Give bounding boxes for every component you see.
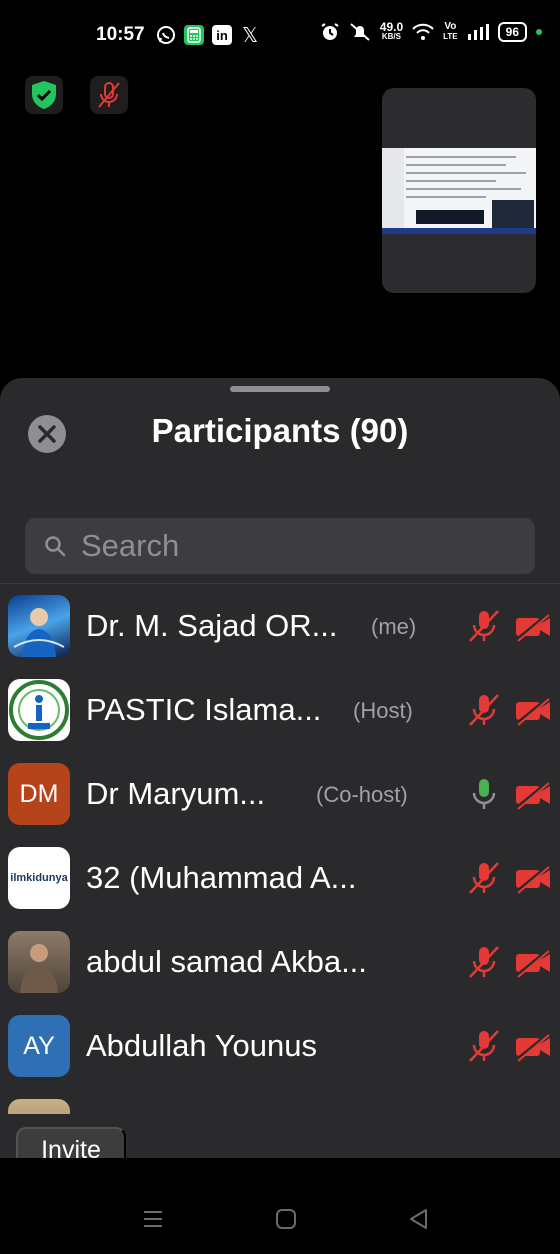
mic-off-icon [98,82,120,108]
x-icon: 𝕏 [241,24,259,47]
video-off-icon [515,1032,550,1062]
mic-muted-icon [469,694,499,726]
participant-row[interactable] [0,1088,560,1114]
menu-nav-icon[interactable] [142,1208,164,1230]
participant-name: Dr Maryum... [86,776,266,811]
participant-name: abdul samad Akba... [86,944,367,979]
wifi-icon [412,23,434,40]
whatsapp-icon [156,25,176,45]
video-off-icon [515,612,550,642]
mic-muted-icon [469,946,499,978]
volte-indicator: Vo LTE [443,21,458,42]
sheet-drag-handle[interactable] [230,386,330,392]
network-speed: 49.0 KB/S [379,20,404,41]
avatar [8,1099,70,1114]
mute-toggle-button[interactable] [90,76,128,114]
video-off-icon [515,864,550,894]
video-off-icon [515,696,550,726]
participant-role: (me) [371,614,417,639]
avatar: ilmkidunya [8,847,70,909]
signal-icon [467,24,489,40]
participant-list: Dr. M. Sajad OR... (me) PASTIC Islama...… [0,584,560,1114]
shared-screen-thumbnail[interactable] [382,88,536,293]
system-indicators: 49.0 KB/S Vo LTE 96 [320,20,542,42]
video-off-icon [515,780,550,810]
participant-name: PASTIC Islama... [86,692,322,727]
avatar [8,595,70,657]
search-icon [45,536,66,557]
search-input[interactable]: Search [25,518,535,574]
mic-muted-icon [469,1030,499,1062]
participant-row[interactable]: abdul samad Akba... [0,920,560,1004]
participant-row[interactable]: PASTIC Islama... (Host) [0,668,560,752]
mic-muted-icon [469,862,499,894]
avatar: DM [8,763,70,825]
participant-name: Dr. M. Sajad OR... [86,608,338,643]
battery-indicator: 96 [497,22,527,42]
back-nav-icon[interactable] [408,1208,430,1230]
search-placeholder: Search [81,528,180,563]
avatar-logo-text: ilmkidunya [10,872,68,884]
participant-row[interactable]: DM Dr Maryum... (Co-host) [0,752,560,836]
avatar-initials: DM [19,779,59,808]
avatar [8,679,70,741]
participant-row[interactable]: AY Abdullah Younus [0,1004,560,1088]
home-nav-icon[interactable] [275,1208,297,1230]
sheet-title: Participants (90) [151,412,409,449]
participants-sheet: Participants (90) Search Dr. M. Sajad OR… [0,378,560,1158]
notification-icons: in 𝕏 [156,24,260,47]
security-button[interactable] [25,76,63,114]
participant-row[interactable]: ilmkidunya 32 (Muhammad A... [0,836,560,920]
alarm-icon [321,23,339,40]
participant-row[interactable]: Dr. M. Sajad OR... (me) [0,584,560,668]
calculator-icon [184,25,204,45]
video-off-icon [515,948,550,978]
mic-muted-icon [466,1112,502,1114]
privacy-dot [536,29,542,35]
participant-role: (Host) [353,698,413,723]
mic-on-icon [472,779,496,809]
participant-name: Abdullah Younus [86,1028,318,1063]
shield-check-icon [32,81,56,109]
participant-role: (Co-host) [316,782,408,807]
silent-bell-icon [350,23,370,41]
clock: 10:57 [96,24,145,45]
avatar-initials: AY [23,1031,55,1060]
avatar: AY [8,1015,70,1077]
mic-muted-icon [469,610,499,642]
linkedin-icon: in [212,25,232,45]
status-bar: 10:57 in 𝕏 49.0 KB/S Vo LTE 96 [0,0,560,70]
participant-name: 32 (Muhammad A... [86,860,357,895]
avatar [8,931,70,993]
shared-screen-preview [382,148,536,234]
system-nav-bar [0,1158,560,1254]
